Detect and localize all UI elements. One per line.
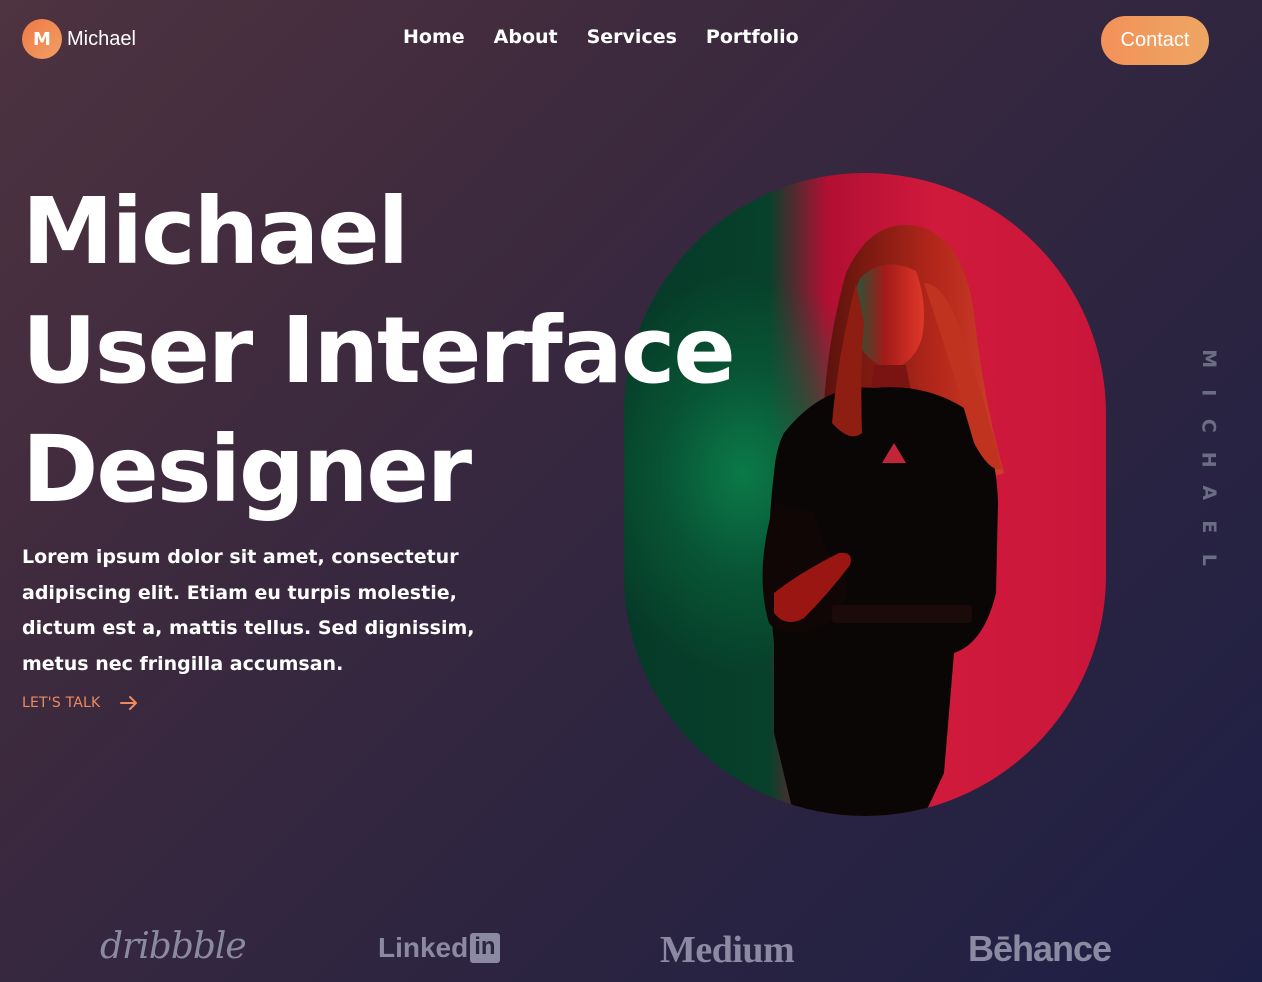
logo-badge: M [22,19,62,59]
vertical-letter: L [1197,553,1220,566]
vertical-letter: C [1197,418,1220,433]
medium-logo[interactable]: Medium [660,928,795,972]
linkedin-wordmark: Linked [378,932,469,963]
vertical-letter: I [1197,388,1220,396]
main-nav: Home About Services Portfolio [403,26,799,48]
vertical-letter: E [1197,519,1220,533]
lets-talk-link[interactable]: LET'S TALK [22,694,138,712]
vertical-letter: M [1197,349,1220,369]
lets-talk-label: LET'S TALK [22,695,101,711]
nav-services[interactable]: Services [587,26,677,48]
contact-button[interactable]: Contact [1101,16,1209,65]
nav-home[interactable]: Home [403,26,465,48]
linkedin-in-box: in [470,933,501,963]
hero-title-line: User Interface [22,297,736,404]
vertical-letter: A [1197,485,1220,501]
linkedin-logo[interactable]: Linked in [378,932,501,964]
hero-title: Michael User Interface Designer [22,172,736,529]
hero-title-line: Designer [22,416,472,523]
behance-logo[interactable]: Bēhance [968,928,1112,970]
site-logo[interactable]: M Michael [22,19,136,59]
vertical-name: M I C H A E L [1192,342,1220,577]
hero-description: Lorem ipsum dolor sit amet, consectetur … [22,546,475,675]
nav-about[interactable]: About [494,26,558,48]
vertical-letter: H [1197,451,1220,468]
dribbble-logo[interactable]: dribbble [100,926,247,967]
logo-name: Michael [67,27,136,50]
arrow-right-icon [120,696,138,710]
nav-portfolio[interactable]: Portfolio [706,26,799,48]
linkedin-in-text: in [474,933,496,960]
hero-title-line: Michael [22,178,409,285]
